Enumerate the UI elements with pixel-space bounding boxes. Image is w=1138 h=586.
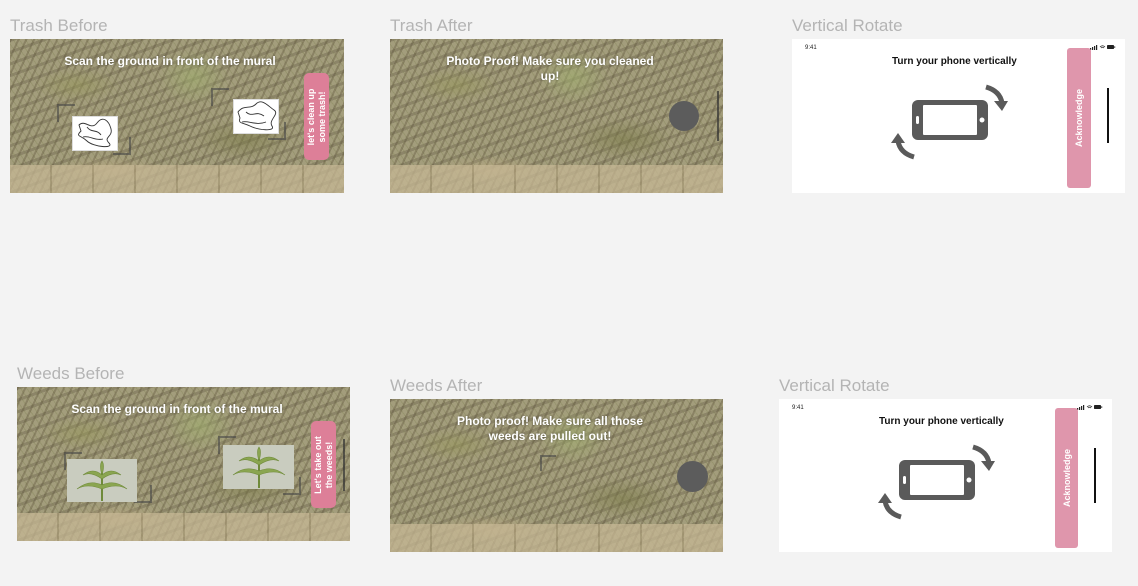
frame-label-trash-before: Trash Before: [10, 16, 108, 35]
side-indicator: [1107, 88, 1109, 143]
acknowledge-label: Acknowledge: [1061, 448, 1072, 508]
trash-marker-icon: [72, 116, 118, 151]
weeds-before-frame: Scan the ground in front of the mural Le…: [17, 387, 350, 541]
rotate-phone-icon: [878, 444, 995, 520]
take-out-weeds-button[interactable]: Let's take out the weeds!: [311, 421, 336, 508]
wood-board: [17, 513, 350, 541]
trash-marker-icon: [233, 99, 279, 134]
scan-instruction: Scan the ground in front of the mural: [71, 402, 283, 416]
acknowledge-label: Acknowledge: [1074, 88, 1084, 148]
clean-up-trash-button[interactable]: let's clean up some trash!: [304, 73, 329, 160]
frame-label-vertical-rotate: Vertical Rotate: [779, 376, 890, 395]
rotate-title: Turn your phone vertically: [892, 56, 1017, 67]
shutter-button[interactable]: [669, 101, 699, 131]
rotate-title: Turn your phone vertically: [879, 416, 1004, 427]
frame-label-vertical-rotate: Vertical Rotate: [792, 16, 903, 35]
weed-plant-icon: [67, 459, 137, 502]
trash-before-frame: Scan the ground in front of the mural le…: [10, 39, 344, 193]
scan-bracket-icon: [211, 88, 229, 106]
status-time: 9:41: [792, 405, 804, 411]
frame-label-weeds-after: Weeds After: [390, 376, 483, 395]
button-label-line: let's clean up: [305, 88, 316, 145]
wood-board: [390, 165, 723, 193]
acknowledge-button[interactable]: Acknowledge: [1055, 408, 1078, 548]
button-label-line: Let's take out: [312, 435, 323, 494]
frame-label-weeds-before: Weeds Before: [17, 364, 125, 383]
instruction-line: weeds are pulled out!: [488, 429, 612, 443]
shutter-button[interactable]: [677, 461, 708, 492]
weeds-after-frame: Photo proof! Make sure all those weeds a…: [390, 399, 723, 552]
button-label-line: some trash!: [316, 90, 327, 143]
vertical-rotate-frame: 9:41 Turn your phone vertically Acknowle…: [779, 399, 1112, 552]
weed-plant-icon: [223, 445, 294, 489]
scan-instruction: Scan the ground in front of the mural: [64, 54, 276, 68]
clean-up-trash-label: let's clean up some trash!: [306, 88, 328, 145]
frame-label-trash-after: Trash After: [390, 16, 473, 35]
scan-bracket-icon: [540, 455, 556, 471]
photo-proof-instruction: Photo Proof! Make sure you cleaned up!: [420, 54, 680, 84]
photo-proof-instruction: Photo proof! Make sure all those weeds a…: [420, 414, 680, 444]
instruction-line: Photo proof! Make sure all those: [456, 414, 644, 428]
acknowledge-button[interactable]: Acknowledge: [1067, 48, 1091, 188]
vertical-rotate-frame: 9:41 Turn your phone vertically Acknowle…: [792, 39, 1125, 193]
take-out-weeds-label: Let's take out the weeds!: [313, 436, 335, 494]
instruction-line: up!: [540, 69, 560, 83]
rotate-phone-icon: [891, 84, 1008, 160]
wood-board: [390, 524, 723, 552]
status-bar-icons: [1077, 405, 1103, 410]
side-indicator: [1094, 448, 1096, 503]
instruction-line: Photo Proof! Make sure you cleaned: [446, 54, 654, 68]
trash-after-frame: Photo Proof! Make sure you cleaned up!: [390, 39, 723, 193]
status-bar-icons: [1090, 45, 1116, 50]
status-time: 9:41: [805, 45, 817, 51]
wood-board: [10, 165, 344, 193]
side-indicator: [343, 439, 345, 491]
side-indicator: [717, 91, 719, 141]
button-label-line: the weeds!: [323, 441, 334, 488]
